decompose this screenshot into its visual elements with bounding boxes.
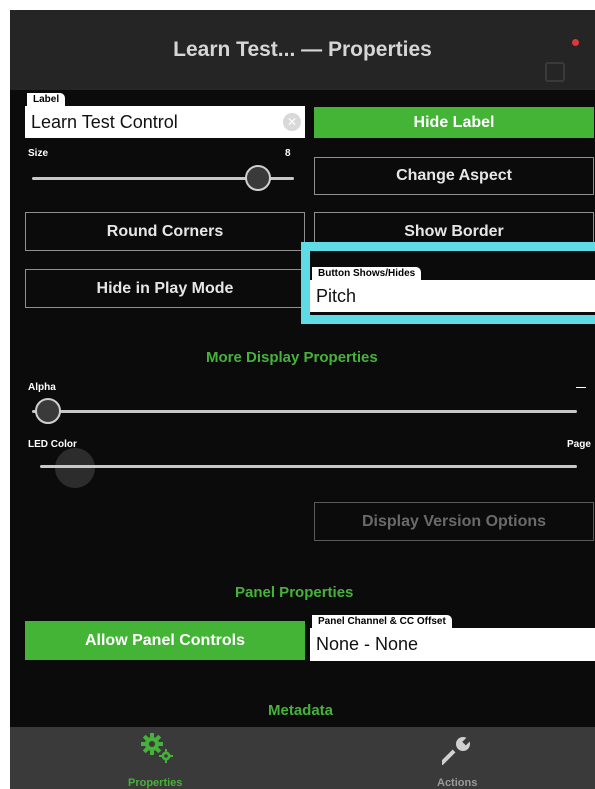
alpha-label: Alpha	[28, 382, 56, 393]
round-corners-button-label: Round Corners	[106, 222, 224, 240]
alpha-slider-knob[interactable]	[35, 398, 61, 424]
panel-channel-input[interactable]: None - None	[310, 628, 595, 661]
label-input-value: Learn Test Control	[31, 111, 178, 132]
title-bar: Learn Test... — Properties	[10, 10, 595, 90]
wrench-icon	[442, 736, 472, 765]
led-color-right-label: Page	[567, 439, 591, 450]
lock-icon	[545, 62, 565, 82]
window-title: Learn Test... — Properties	[173, 38, 432, 61]
alpha-slider-track[interactable]	[32, 410, 577, 413]
round-corners-button[interactable]: Round Corners	[25, 212, 305, 251]
gear-icon	[141, 733, 173, 763]
tab-actions-label: Actions	[437, 777, 478, 789]
close-dot-icon[interactable]	[572, 39, 579, 46]
led-color-slider-knob[interactable]	[55, 448, 95, 488]
properties-panel: Learn Test... — Properties Label Learn T…	[10, 10, 595, 789]
hide-in-play-mode-button[interactable]: Hide in Play Mode	[25, 269, 305, 308]
size-value: 8	[285, 148, 291, 159]
tab-properties-label: Properties	[128, 777, 183, 789]
label-field-tag: Label	[27, 93, 66, 106]
panel-channel-tag: Panel Channel & CC Offset	[312, 615, 452, 628]
size-slider-knob[interactable]	[245, 165, 271, 191]
button-shows-hides-input[interactable]: Pitch	[310, 280, 595, 312]
hide-label-button[interactable]: Hide Label	[314, 107, 594, 138]
hide-label-button-label: Hide Label	[413, 113, 495, 131]
label-input[interactable]: Learn Test Control ✕	[25, 106, 305, 138]
more-display-properties-heading: More Display Properties	[206, 349, 378, 366]
panel-channel-value: None - None	[316, 634, 419, 654]
size-label: Size	[28, 148, 49, 159]
clear-icon[interactable]: ✕	[283, 113, 301, 131]
metadata-heading: Metadata	[268, 702, 334, 719]
panel-properties-heading: Panel Properties	[235, 584, 354, 601]
hide-in-play-mode-button-label: Hide in Play Mode	[96, 279, 234, 297]
show-border-button-label: Show Border	[404, 222, 504, 240]
tab-properties[interactable]: Properties	[90, 727, 230, 789]
tab-actions[interactable]: Actions	[390, 727, 530, 789]
button-shows-hides-tag: Button Shows/Hides	[312, 267, 422, 280]
display-version-options-button[interactable]: Display Version Options	[314, 502, 594, 541]
change-aspect-button[interactable]: Change Aspect	[314, 157, 594, 195]
display-version-options-button-label: Display Version Options	[361, 512, 547, 530]
allow-panel-controls-button[interactable]: Allow Panel Controls	[25, 621, 305, 660]
led-color-slider-track[interactable]	[40, 465, 577, 468]
tab-bar: Properties Actions	[10, 727, 595, 789]
button-shows-hides-value: Pitch	[316, 285, 357, 306]
allow-panel-controls-button-label: Allow Panel Controls	[84, 631, 245, 649]
change-aspect-button-label: Change Aspect	[396, 167, 512, 184]
alpha-right-label: —	[576, 382, 586, 393]
